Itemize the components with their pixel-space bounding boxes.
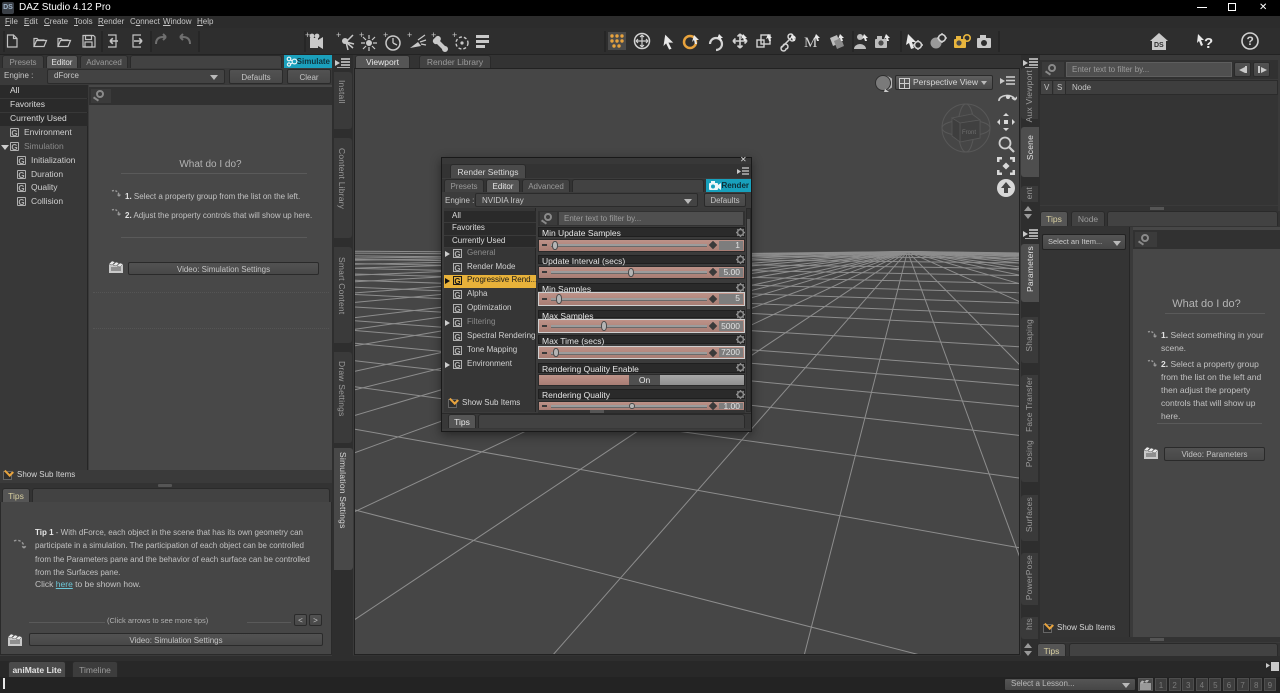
svg-text:+: + [383,30,388,40]
svg-text:?: ? [1247,34,1254,48]
svg-text:+: + [359,30,364,40]
svg-text:+: + [431,30,436,40]
svg-text:Front: Front [962,130,976,136]
svg-text:+: + [305,30,310,40]
svg-text:+: + [407,30,412,40]
svg-text:+: + [336,30,341,40]
svg-text:?: ? [1204,35,1213,52]
svg-text:+: + [452,30,457,40]
svg-text:DS: DS [1154,42,1164,49]
